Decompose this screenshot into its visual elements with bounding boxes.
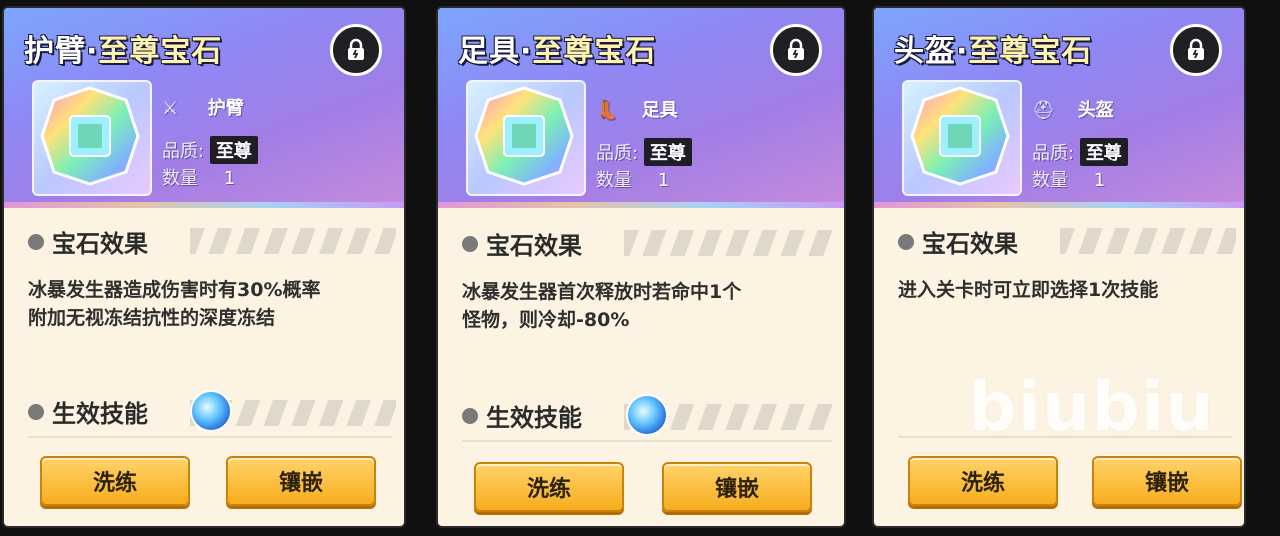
slot-row: ⛑ 头盔 — [1032, 100, 1114, 121]
quality-row: 品质: 至尊 — [596, 138, 692, 166]
ice-skill-icon[interactable] — [190, 390, 232, 432]
count-row: 数量 1 — [1032, 170, 1106, 191]
arm-guard-icon: ⚔ — [162, 98, 179, 119]
count-row: 数量 1 — [162, 168, 236, 189]
quality-row: 品质: 至尊 — [162, 136, 258, 164]
quality-badge: 至尊 — [643, 138, 692, 166]
quality-badge: 至尊 — [1079, 138, 1128, 166]
skill-section-title: 生效技能 — [28, 394, 148, 429]
lock-icon — [788, 38, 804, 60]
lock-button[interactable] — [330, 24, 382, 76]
section-stripes — [624, 230, 836, 256]
skill-section-title: 生效技能 — [462, 398, 582, 433]
gem-thumbnail — [466, 80, 586, 196]
helmet-icon: ⛑ — [1032, 100, 1055, 121]
count-row: 数量 1 — [596, 170, 670, 191]
effect-section-title: 宝石效果 — [898, 224, 1018, 259]
effect-description: 进入关卡时可立即选择1次技能 — [898, 279, 1159, 301]
quality-row: 品质: 至尊 — [1032, 138, 1128, 166]
lock-icon — [1188, 38, 1204, 60]
lock-icon — [348, 38, 364, 60]
section-stripes — [190, 228, 396, 254]
card-header: 头盔·至尊宝石 ⛑ 头盔 品质: 至尊 数量 1 — [874, 8, 1244, 208]
card-header: 护臂·至尊宝石 ⚔ 护臂 品质: 至尊 数量 1 — [4, 8, 404, 208]
gem-card-helmet: 头盔·至尊宝石 ⛑ 头盔 品质: 至尊 数量 1 宝石效果 进入关卡时可立即选择… — [874, 8, 1244, 526]
info-bullet-icon — [898, 233, 914, 250]
gem-icon — [474, 86, 574, 186]
gem-card-arm: 护臂·至尊宝石 ⚔ 护臂 品质: 至尊 数量 1 宝石效果 冰暴发生器造成伤害时… — [4, 8, 404, 526]
quality-badge: 至尊 — [209, 136, 258, 164]
divider — [28, 436, 392, 438]
lock-button[interactable] — [770, 24, 822, 76]
info-bullet-icon — [28, 403, 44, 420]
lock-button[interactable] — [1170, 24, 1222, 76]
slot-row: ⚔ 护臂 — [162, 98, 244, 119]
info-bullet-icon — [462, 407, 478, 424]
gem-icon — [40, 86, 140, 186]
refine-button[interactable]: 洗练 — [40, 456, 190, 506]
refine-button[interactable]: 洗练 — [474, 462, 624, 512]
ice-skill-icon[interactable] — [626, 394, 668, 436]
inlay-button[interactable]: 镶嵌 — [662, 462, 812, 512]
watermark: biubiu — [968, 368, 1215, 447]
card-title: 足具·至尊宝石 — [458, 34, 657, 69]
boot-icon: 👢 — [596, 100, 619, 121]
slot-row: 👢 足具 — [596, 100, 678, 121]
gem-card-foot: 足具·至尊宝石 👢 足具 品质: 至尊 数量 1 宝石效果 冰暴发生器首次释放时… — [438, 8, 844, 526]
info-bullet-icon — [462, 235, 478, 252]
section-stripes — [1060, 228, 1236, 254]
gem-icon — [910, 86, 1010, 186]
effect-description: 冰暴发生器首次释放时若命中1个 怪物，则冷却-80% — [462, 281, 742, 331]
card-header: 足具·至尊宝石 👢 足具 品质: 至尊 数量 1 — [438, 8, 844, 208]
gem-thumbnail — [32, 80, 152, 196]
inlay-button[interactable]: 镶嵌 — [1092, 456, 1242, 506]
effect-description: 冰暴发生器造成伤害时有30%概率 附加无视冻结抗性的深度冻结 — [28, 279, 321, 329]
effect-section-title: 宝石效果 — [462, 226, 582, 261]
card-title: 头盔·至尊宝石 — [894, 34, 1093, 69]
gem-thumbnail — [902, 80, 1022, 196]
info-bullet-icon — [28, 233, 44, 250]
divider — [462, 440, 832, 442]
refine-button[interactable]: 洗练 — [908, 456, 1058, 506]
effect-section-title: 宝石效果 — [28, 224, 148, 259]
card-title: 护臂·至尊宝石 — [24, 34, 223, 69]
inlay-button[interactable]: 镶嵌 — [226, 456, 376, 506]
